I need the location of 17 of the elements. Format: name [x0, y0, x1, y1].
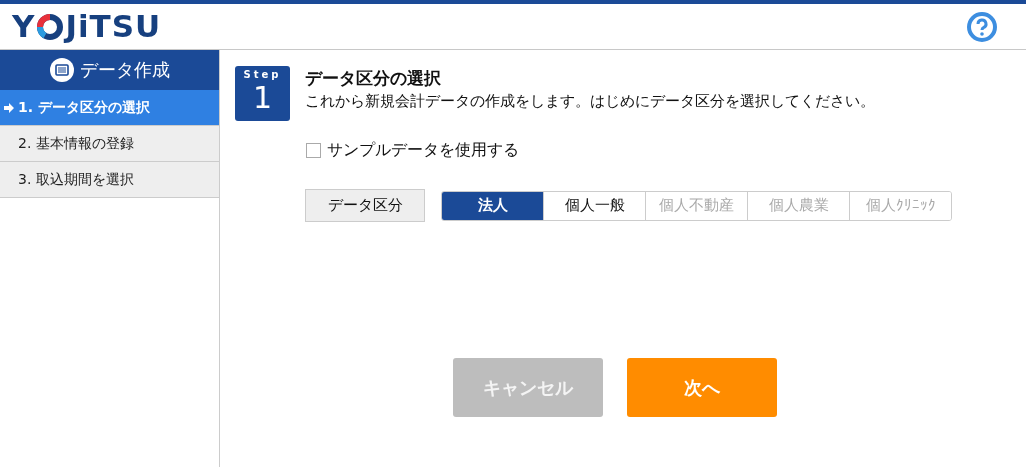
sidebar-title: データ作成 — [79, 58, 170, 82]
checkbox-label: サンプルデータを使用する — [327, 140, 519, 161]
sidebar-item[interactable]: 3. 取込期間を選択 — [0, 162, 219, 198]
category-label: データ区分 — [305, 189, 425, 222]
segment-option[interactable]: 法人 — [442, 191, 543, 220]
arrow-icon — [3, 101, 15, 114]
next-button[interactable]: 次へ — [626, 358, 777, 417]
page-title: データ区分の選択 — [305, 67, 442, 90]
logo: Y JiTSU — [12, 11, 162, 42]
logo-o-icon — [36, 12, 65, 41]
description: これから新規会計データの作成をします。はじめにデータ区分を選択してください。 — [305, 92, 875, 111]
sidebar-item[interactable]: 2. 基本情報の登録 — [0, 126, 219, 162]
help-icon[interactable] — [966, 10, 998, 43]
sidebar-item[interactable]: 1. データ区分の選択 — [0, 90, 219, 126]
step-badge: Step 1 — [235, 66, 290, 121]
checkbox[interactable] — [306, 143, 321, 158]
list-icon — [49, 58, 74, 82]
